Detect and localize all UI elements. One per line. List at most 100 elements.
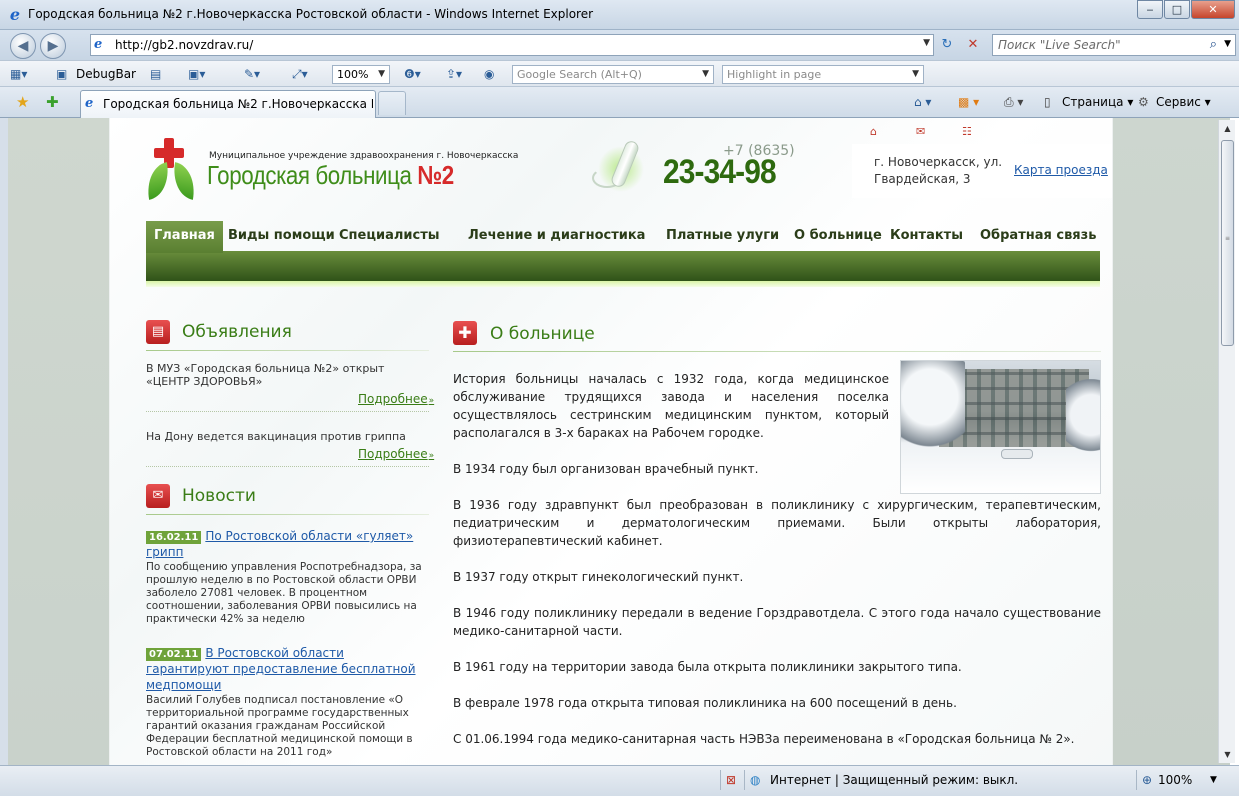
- announcement-more-link[interactable]: Подробнее: [358, 392, 434, 406]
- capture-icon[interactable]: ▣▾: [188, 65, 205, 83]
- live-search-placeholder: Поиск "Live Search": [998, 38, 1121, 52]
- nav-item-specialists[interactable]: Специалисты: [339, 228, 439, 252]
- globe-icon: ◍: [750, 773, 761, 787]
- nav-item-paid-services[interactable]: Платные улуги: [666, 228, 779, 252]
- live-search-input[interactable]: Поиск "Live Search" ⌕ ▼: [992, 34, 1236, 56]
- debugbar-icon: ▣: [56, 67, 68, 81]
- header-icons: ⌂ ✉ ☷: [870, 126, 1008, 138]
- sitemap-icon[interactable]: ☷: [962, 126, 978, 138]
- page-menu-button[interactable]: Страница ▾: [1062, 93, 1133, 111]
- eye-icon[interactable]: ◉: [484, 65, 494, 83]
- window-title: Городская больница №2 г.Новочеркасска Ро…: [28, 7, 594, 21]
- favorites-star-icon[interactable]: ★: [16, 93, 29, 111]
- nav-item-main[interactable]: Главная: [146, 221, 223, 253]
- tools-menu-label: Сервис: [1156, 95, 1201, 109]
- nav-item-contacts[interactable]: Контакты: [890, 228, 963, 252]
- back-button[interactable]: ◀: [10, 33, 36, 59]
- home-icon[interactable]: ⌂ ▾: [914, 93, 931, 111]
- announcement-item: В МУЗ «Городская больница №2» открыт «ЦЕ…: [146, 362, 385, 388]
- scroll-down-icon[interactable]: ▼: [1219, 746, 1236, 763]
- phone-handset-icon: [588, 139, 648, 192]
- about-paragraph: В 1961 году на территории завода была от…: [453, 660, 962, 674]
- page-background-right: [1112, 118, 1230, 765]
- address-box: г. Новочеркасск, ул. Гвардейская, 3 Карт…: [852, 144, 1112, 198]
- mail-icon[interactable]: ✉: [916, 126, 932, 138]
- hospital-address: г. Новочеркасск, ул. Гвардейская, 3: [874, 155, 1003, 186]
- forward-arrow-icon: ▶: [47, 38, 59, 54]
- news-item: 07.02.11 В Ростовской области гарантируют…: [146, 645, 429, 759]
- document-icon[interactable]: ▤: [150, 65, 161, 83]
- announcements-header: ▤ Объявления: [146, 320, 429, 351]
- address-dropdown-icon[interactable]: ▼: [923, 38, 930, 48]
- home-page-icon[interactable]: ⌂: [870, 126, 886, 138]
- print-icon[interactable]: ⎙ ▾: [1004, 93, 1023, 111]
- about-paragraph: В 1936 году здравпункт был преобразован …: [453, 498, 1101, 548]
- news-headline[interactable]: 16.02.11 По Ростовской области «гуляет» г…: [146, 528, 429, 560]
- announcements-title: Объявления: [182, 322, 292, 342]
- about-header: ✚ О больнице: [453, 321, 1101, 352]
- org-name[interactable]: Городская больница №2: [207, 160, 454, 191]
- forward-button[interactable]: ▶: [40, 33, 66, 59]
- about-paragraph: История больницы началась с 1932 года, к…: [453, 372, 889, 440]
- highlight-dropdown-icon[interactable]: ▼: [912, 66, 919, 83]
- news-body: Василий Голубев подписал постановление «…: [146, 694, 413, 758]
- page-menu-label: Страница: [1062, 95, 1124, 109]
- tools-gear-icon: ⚙: [1138, 95, 1149, 109]
- minimize-button[interactable]: ‒: [1137, 0, 1163, 19]
- announcement-item: На Дону ведется вакцинация против гриппа: [146, 430, 406, 443]
- add-favorites-icon[interactable]: ✚: [46, 93, 59, 111]
- toolbar-options-icon[interactable]: ▦▾: [10, 65, 27, 83]
- nav-item-treatment[interactable]: Лечение и диагностика: [468, 228, 645, 252]
- about-paragraph: В феврале 1978 года открыта типовая поли…: [453, 696, 957, 710]
- highlight-placeholder: Highlight in page: [727, 68, 822, 81]
- org-number: №2: [417, 160, 454, 190]
- main-nav: Главная Виды помощи Специалисты Лечение …: [146, 221, 1100, 287]
- scroll-up-icon[interactable]: ▲: [1219, 120, 1236, 137]
- map-link[interactable]: Карта проезда: [1014, 163, 1108, 177]
- debugbar-button[interactable]: DebugBar: [76, 65, 136, 83]
- maximize-button[interactable]: □: [1164, 0, 1190, 19]
- pencil-icon[interactable]: ✎▾: [244, 65, 260, 83]
- address-toolbar: ◀ ▶ e http://gb2.novzdrav.ru/ ▼ ↻ ✕ Поис…: [0, 30, 1239, 60]
- export-icon[interactable]: ⇪▾: [446, 65, 462, 83]
- security-zone[interactable]: Интернет | Защищенный режим: выкл.: [770, 771, 1018, 789]
- scroll-thumb[interactable]: ≡: [1221, 140, 1234, 346]
- stop-button[interactable]: ✕: [962, 35, 984, 55]
- blocked-content-icon[interactable]: ⊠: [726, 771, 736, 789]
- highlight-input[interactable]: Highlight in page ▼: [722, 65, 924, 84]
- search-dropdown-icon[interactable]: ▼: [1224, 39, 1231, 49]
- news-headline[interactable]: 07.02.11 В Ростовской области гарантируют…: [146, 645, 429, 693]
- feeds-icon[interactable]: ▩ ▾: [958, 93, 979, 111]
- nav-band: [146, 251, 1100, 281]
- announcement-more-link[interactable]: Подробнее: [358, 447, 434, 461]
- status-zoom-dropdown-icon[interactable]: ▼: [1210, 771, 1217, 789]
- new-tab-button[interactable]: [378, 91, 406, 115]
- vertical-scrollbar[interactable]: ▲ ≡ ▼: [1218, 120, 1235, 763]
- org-name-text: Городская больница: [207, 160, 412, 190]
- nav-item-about[interactable]: О больнице: [794, 228, 882, 252]
- google-search-input[interactable]: Google Search (Alt+Q) ▼: [512, 65, 714, 84]
- google-search-dropdown-icon[interactable]: ▼: [702, 66, 709, 83]
- search-icon[interactable]: ⌕: [1210, 37, 1217, 52]
- resize-icon[interactable]: ⤢▾: [292, 65, 308, 83]
- medical-cross-icon: ✚: [453, 321, 477, 345]
- tools-menu-button[interactable]: Сервис ▾: [1156, 93, 1211, 111]
- close-window-button[interactable]: ✕: [1191, 0, 1235, 19]
- window-titlebar: e Городская больница №2 г.Новочеркасска …: [0, 0, 1239, 30]
- options-six-icon[interactable]: ❻▾: [404, 65, 421, 83]
- status-zoom-value[interactable]: 100%: [1158, 771, 1192, 789]
- nav-item-help-types[interactable]: Виды помощи: [228, 228, 335, 252]
- refresh-button[interactable]: ↻: [936, 35, 958, 55]
- back-arrow-icon: ◀: [17, 38, 29, 54]
- news-header: ✉ Новости: [146, 484, 429, 515]
- announcements-icon: ▤: [146, 320, 170, 344]
- links-toolbar: ▦▾ ▣ DebugBar ▤ ▣▾ ✎▾ ⤢▾ 100% ▼ ❻▾ ⇪▾ ◉ …: [0, 60, 1239, 87]
- tab-active[interactable]: e Городская больница №2 г.Новочеркасска …: [80, 90, 376, 118]
- page-ie-icon: e: [94, 37, 103, 52]
- tab-bar: ★ ✚ e Городская больница №2 г.Новочеркас…: [0, 87, 1239, 118]
- address-input[interactable]: e http://gb2.novzdrav.ru/ ▼: [90, 34, 934, 56]
- news-date: 16.02.11: [146, 531, 202, 544]
- zoom-select[interactable]: 100% ▼: [332, 65, 390, 84]
- tab-label: Городская больница №2 г.Новочеркасска Ро…: [103, 97, 373, 111]
- nav-item-feedback[interactable]: Обратная связь: [980, 228, 1096, 252]
